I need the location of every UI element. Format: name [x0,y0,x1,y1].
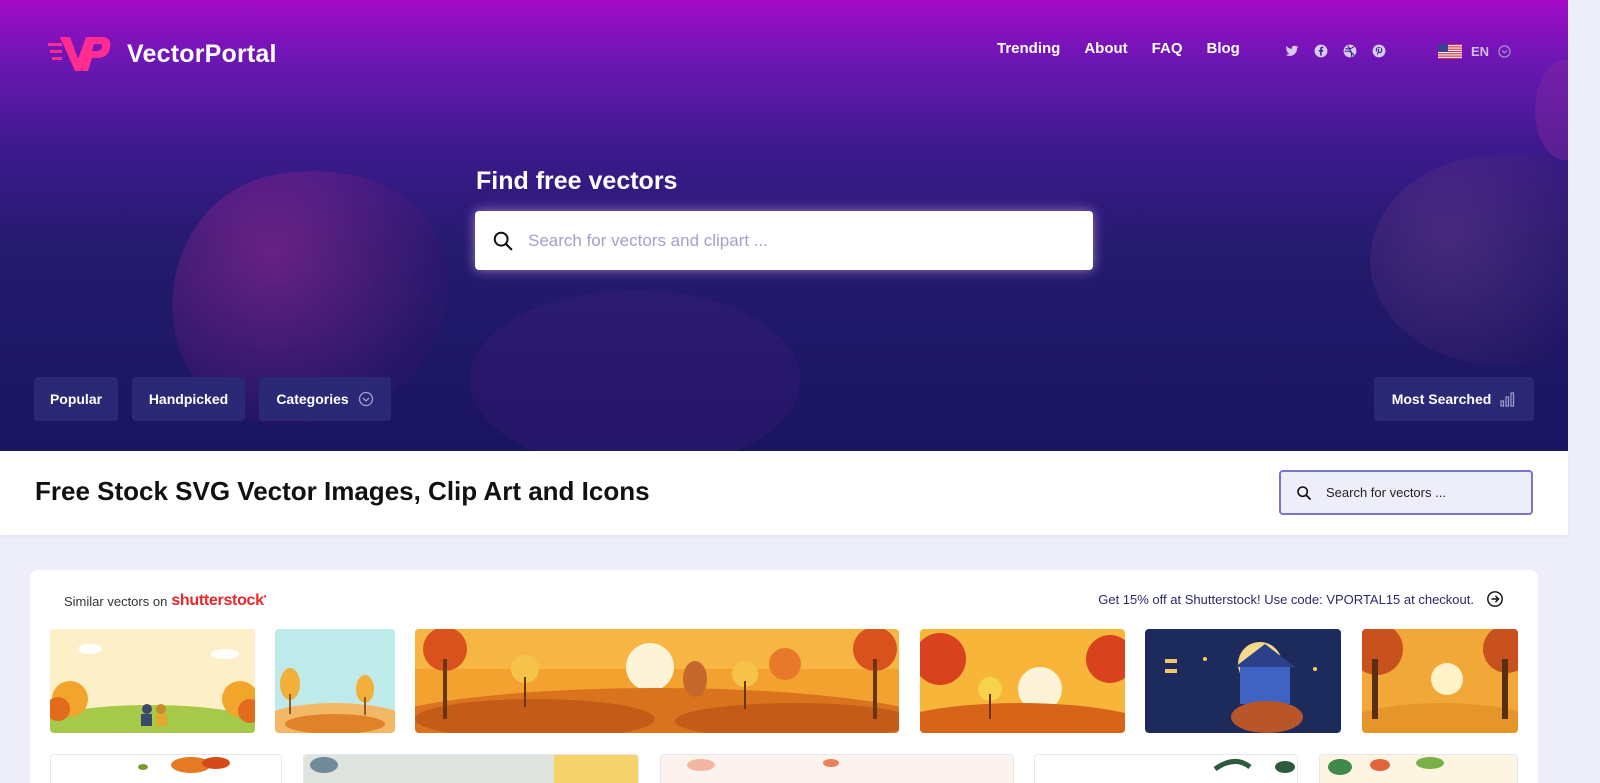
dribbble-icon[interactable] [1343,44,1357,58]
vector-thumbnail[interactable] [660,754,1014,783]
vector-thumbnail[interactable] [1034,754,1298,783]
mid-autumn-festival-image [1145,629,1341,733]
vector-thumbnail[interactable] [415,629,899,733]
us-flag-icon [1438,44,1462,59]
nav-trending[interactable]: Trending [997,40,1060,57]
vector-thumbnail[interactable] [920,629,1125,733]
vector-thumbnail[interactable] [1362,629,1518,733]
autumn-sunset-image [920,629,1125,733]
shutterstock-logo[interactable]: shutterstock• [171,592,266,610]
filter-categories-label: Categories [276,391,349,407]
hero-section: VectorPortal Trending About FAQ Blog EN … [0,0,1568,451]
promo-link[interactable]: Get 15% off at Shutterstock! Use code: V… [1098,590,1504,608]
bar-chart-icon [1500,392,1515,407]
vector-thumbnail[interactable] [50,754,282,783]
autumn-landscape-image [415,629,899,733]
filter-popular-button[interactable]: Popular [34,377,118,421]
thumbnail-image [1320,755,1517,783]
hero-title: Find free vectors [476,167,678,195]
vectorportal-logo-icon [48,37,111,71]
nav-faq[interactable]: FAQ [1152,40,1183,57]
decorative-blob [1535,60,1568,160]
autumn-couple-image [50,629,255,733]
nav-blog[interactable]: Blog [1207,40,1240,57]
social-links [1285,44,1386,58]
thumbnail-image [1035,755,1297,783]
filter-handpicked-label: Handpicked [148,391,229,407]
autumn-park-image [275,629,395,733]
vector-thumbnail[interactable] [275,629,395,733]
thumbnail-image [661,755,1013,783]
vector-thumbnail[interactable] [303,754,639,783]
facebook-icon[interactable] [1314,44,1328,58]
vector-thumbnail[interactable] [1319,754,1518,783]
decorative-blob [470,290,800,451]
thumbnail-image [51,755,281,783]
similar-vectors-panel: Similar vectors on shutterstock• Get 15%… [30,570,1538,783]
hero-search-box [475,211,1093,270]
vector-thumbnail[interactable] [50,629,255,733]
chevron-down-circle-icon [1498,45,1511,58]
search-icon[interactable] [492,230,514,252]
promo-text: Get 15% off at Shutterstock! Use code: V… [1098,591,1474,607]
search-icon[interactable] [1296,485,1312,501]
twitter-icon[interactable] [1285,44,1299,58]
secondary-search-input[interactable] [1326,485,1526,500]
language-selector[interactable]: EN [1438,44,1511,59]
logo[interactable]: VectorPortal [48,33,277,75]
main-nav: Trending About FAQ Blog [997,40,1240,57]
similar-vectors-header: Similar vectors on shutterstock• [64,592,267,610]
similar-label: Similar vectors on [64,593,168,609]
arrow-right-circle-icon[interactable] [1486,590,1504,608]
filter-categories-button[interactable]: Categories [259,377,391,421]
filter-handpicked-button[interactable]: Handpicked [132,377,245,421]
page-header-bar: Free Stock SVG Vector Images, Clip Art a… [0,451,1568,535]
pinterest-icon[interactable] [1372,44,1386,58]
secondary-search-box [1279,470,1533,515]
chevron-down-circle-icon [358,391,373,407]
page-title: Free Stock SVG Vector Images, Clip Art a… [35,476,650,506]
decorative-blob [1370,155,1568,365]
hero-search-input[interactable] [528,230,1068,251]
brand-name: VectorPortal [127,39,277,68]
filter-popular-label: Popular [49,391,103,407]
most-searched-label: Most Searched [1391,391,1492,407]
vector-thumbnail[interactable] [1145,629,1341,733]
language-code: EN [1471,44,1490,59]
most-searched-button[interactable]: Most Searched [1374,377,1534,421]
nav-about[interactable]: About [1084,40,1127,57]
autumn-forest-image [1362,629,1518,733]
thumbnail-image [304,755,638,783]
